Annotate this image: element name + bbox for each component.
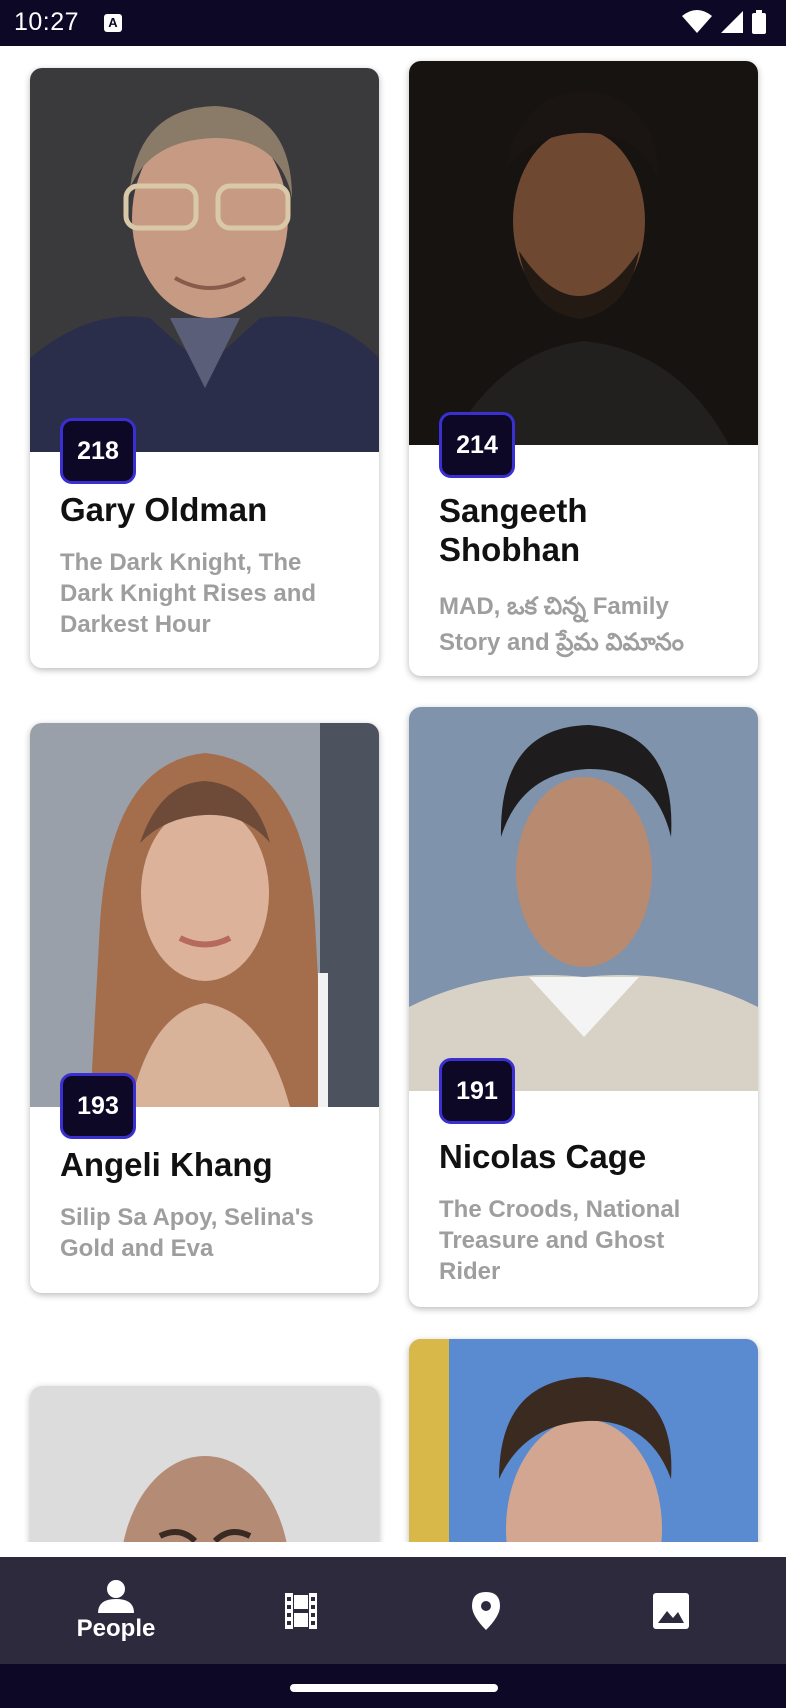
nav-locations[interactable]: [388, 1557, 584, 1664]
nav-images[interactable]: [573, 1557, 769, 1664]
person-name: Gary Oldman: [60, 491, 268, 528]
person-card[interactable]: 191 Nicolas Cage The Croods, National Tr…: [409, 707, 758, 1307]
film-icon: [285, 1592, 317, 1629]
a-notification-icon: A: [104, 14, 122, 32]
card-body: Sangeeth Shobhan MAD, ఒక చిన్న Family St…: [409, 445, 758, 676]
person-photo: [30, 723, 379, 1107]
person-credits: The Dark Knight, The Dark Knight Rises a…: [60, 549, 317, 638]
person-card[interactable]: 214 Sangeeth Shobhan MAD, ఒక చిన్న Famil…: [409, 61, 758, 676]
person-card[interactable]: 218 Gary Oldman The Dark Knight, The Dar…: [30, 68, 379, 668]
person-card[interactable]: 193 Angeli Khang Silip Sa Apoy, Selina's…: [30, 723, 379, 1293]
person-photo: [409, 707, 758, 1091]
person-name: Nicolas Cage: [439, 1138, 647, 1175]
status-time: 10:27: [14, 8, 80, 36]
bottom-navigation: People: [0, 1557, 786, 1664]
rank-badge: 191: [439, 1058, 515, 1124]
location-pin-icon: [472, 1591, 500, 1630]
rank-badge: 214: [439, 412, 515, 478]
wifi-icon: [682, 10, 712, 33]
person-photo: [30, 68, 379, 452]
person-photo: [30, 1386, 379, 1542]
nav-people[interactable]: People: [18, 1557, 214, 1664]
person-photo: [409, 1339, 758, 1542]
person-card[interactable]: [409, 1339, 758, 1542]
person-credits: The Croods, National Treasure and Ghost …: [439, 1196, 681, 1285]
nav-label: People: [76, 1614, 156, 1642]
person-name: Sangeeth Shobhan: [439, 492, 588, 568]
people-grid[interactable]: 218 Gary Oldman The Dark Knight, The Dar…: [0, 46, 786, 1542]
image-icon: [653, 1592, 689, 1629]
person-card[interactable]: [30, 1386, 379, 1542]
person-icon: [98, 1579, 134, 1613]
home-gesture-pill[interactable]: [290, 1684, 498, 1692]
battery-icon: [752, 10, 766, 34]
person-credits: Silip Sa Apoy, Selina's Gold and Eva: [60, 1204, 314, 1262]
person-credits: MAD, ఒక చిన్న Family Story and ప్రేమ విమ…: [439, 593, 684, 656]
rank-badge: 193: [60, 1073, 136, 1139]
nav-movies[interactable]: [203, 1557, 399, 1664]
signal-icon: [721, 11, 743, 33]
person-photo: [409, 61, 758, 445]
status-bar: 10:27 A: [0, 0, 786, 46]
person-name: Angeli Khang: [60, 1146, 273, 1183]
rank-badge: 218: [60, 418, 136, 484]
status-icons: [682, 10, 766, 34]
